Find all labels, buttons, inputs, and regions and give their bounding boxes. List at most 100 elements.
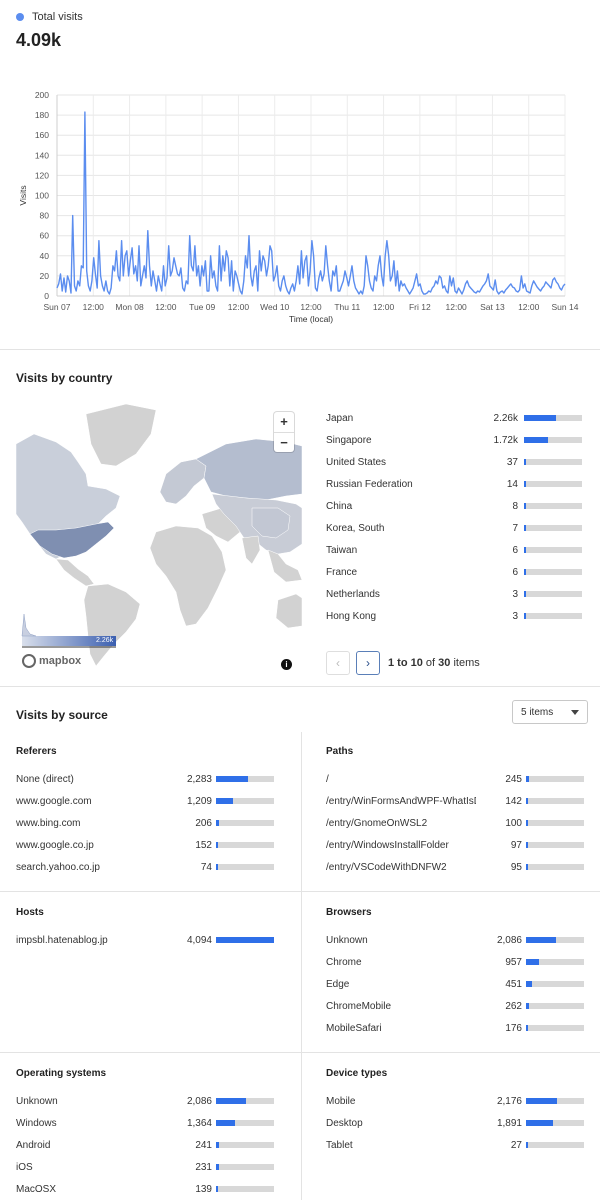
country-list: Japan 2.26k Singapore 1.72k United States 37 R… bbox=[326, 407, 588, 627]
source-row[interactable]: iOS 231 bbox=[16, 1156, 288, 1178]
map-india[interactable] bbox=[241, 535, 261, 565]
source-row[interactable]: impsbl.hatenablog.jp 4,094 bbox=[16, 929, 288, 951]
mapbox-logo[interactable]: mapbox bbox=[22, 654, 81, 668]
x-tick-label: 12:00 bbox=[373, 302, 395, 312]
source-bar-fill bbox=[526, 864, 528, 870]
map-greenland[interactable] bbox=[85, 404, 157, 467]
map-south-america[interactable] bbox=[83, 583, 141, 667]
world-map[interactable]: + − 2.26k mapbox i bbox=[16, 404, 302, 674]
map-australia[interactable] bbox=[275, 593, 302, 629]
source-value: 142 bbox=[505, 795, 522, 807]
source-row[interactable]: www.bing.com 206 bbox=[16, 812, 288, 834]
source-row[interactable]: Android 241 bbox=[16, 1134, 288, 1156]
zoom-out-button[interactable]: − bbox=[274, 432, 294, 452]
country-value: 7 bbox=[512, 522, 518, 534]
source-value: 139 bbox=[195, 1183, 212, 1195]
country-value: 37 bbox=[506, 456, 518, 468]
source-value: 97 bbox=[510, 839, 522, 851]
source-row[interactable]: /entry/WinFormsAndWPF-WhatIsDi... 142 bbox=[326, 790, 598, 812]
country-value: 6 bbox=[512, 544, 518, 556]
country-row[interactable]: Netherlands 3 bbox=[326, 583, 588, 605]
panel-title: Paths bbox=[326, 746, 354, 757]
country-name: Netherlands bbox=[326, 588, 380, 600]
zoom-in-button[interactable]: + bbox=[274, 412, 294, 432]
source-bar-fill bbox=[526, 798, 529, 804]
device-types-panel: Device types Mobile 2,176 Desktop 1,891 Table… bbox=[326, 1068, 598, 1156]
source-value: 451 bbox=[505, 978, 522, 990]
country-row[interactable]: Russian Federation 14 bbox=[326, 473, 588, 495]
source-row[interactable]: Mobile 2,176 bbox=[326, 1090, 598, 1112]
next-page-button[interactable]: › bbox=[356, 651, 380, 675]
map-africa[interactable] bbox=[149, 525, 227, 627]
source-row[interactable]: Desktop 1,891 bbox=[326, 1112, 598, 1134]
country-row[interactable]: Singapore 1.72k bbox=[326, 429, 588, 451]
map-central-america[interactable] bbox=[55, 558, 95, 587]
source-value: 245 bbox=[505, 773, 522, 785]
source-row[interactable]: None (direct) 2,283 bbox=[16, 768, 288, 790]
source-bar bbox=[526, 1025, 584, 1031]
source-row[interactable]: ChromeMobile 262 bbox=[326, 995, 598, 1017]
source-row[interactable]: /entry/VSCodeWithDNFW2 95 bbox=[326, 856, 598, 878]
x-tick-label: 12:00 bbox=[300, 302, 322, 312]
source-row[interactable]: MacOSX 139 bbox=[16, 1178, 288, 1200]
x-tick-label: Sun 14 bbox=[552, 302, 579, 312]
source-name: Desktop bbox=[326, 1117, 363, 1129]
map-southeast-asia[interactable] bbox=[267, 549, 302, 583]
source-row[interactable]: Unknown 2,086 bbox=[326, 929, 598, 951]
operating-systems-panel: Operating systems Unknown 2,086 Windows 1,36… bbox=[16, 1068, 288, 1200]
chart-legend[interactable]: Total visits bbox=[16, 11, 83, 23]
source-bar-fill bbox=[526, 1120, 553, 1126]
x-tick-label: Tue 09 bbox=[189, 302, 215, 312]
panel-title: Hosts bbox=[16, 907, 44, 918]
source-value: 4,094 bbox=[186, 934, 212, 946]
source-row[interactable]: www.google.com 1,209 bbox=[16, 790, 288, 812]
source-row[interactable]: Tablet 27 bbox=[326, 1134, 598, 1156]
source-row[interactable]: search.yahoo.co.jp 74 bbox=[16, 856, 288, 878]
pagination: ‹ › 1 to 10 of 30 items bbox=[326, 651, 480, 675]
source-bar bbox=[526, 776, 584, 782]
source-bar-fill bbox=[526, 1098, 557, 1104]
country-row[interactable]: China 8 bbox=[326, 495, 588, 517]
hosts-panel: Hosts impsbl.hatenablog.jp 4,094 bbox=[16, 907, 288, 951]
source-row[interactable]: Chrome 957 bbox=[326, 951, 598, 973]
source-value: 152 bbox=[195, 839, 212, 851]
source-row[interactable]: www.google.co.jp 152 bbox=[16, 834, 288, 856]
source-bar bbox=[216, 1186, 274, 1192]
row-divider bbox=[0, 891, 600, 892]
source-row[interactable]: Edge 451 bbox=[326, 973, 598, 995]
source-row[interactable]: MobileSafari 176 bbox=[326, 1017, 598, 1039]
source-row[interactable]: Windows 1,364 bbox=[16, 1112, 288, 1134]
items-count-select[interactable]: 5 items bbox=[512, 700, 588, 724]
country-bar bbox=[524, 503, 582, 509]
country-bar-fill bbox=[524, 613, 526, 619]
country-row[interactable]: France 6 bbox=[326, 561, 588, 583]
visits-line-chart[interactable]: 0 20 40 60 80 100 120 140 160 180 200 Sun 07 12:00 Mo… bbox=[0, 80, 600, 330]
x-axis-title: Time (local) bbox=[289, 314, 333, 324]
info-icon[interactable]: i bbox=[281, 659, 292, 670]
source-name: Mobile bbox=[326, 1095, 356, 1107]
panel-title: Browsers bbox=[326, 907, 372, 918]
source-row[interactable]: /entry/WindowsInstallFolder 97 bbox=[326, 834, 598, 856]
country-bar-fill bbox=[524, 569, 526, 575]
country-row[interactable]: Korea, South 7 bbox=[326, 517, 588, 539]
source-bar-fill bbox=[526, 1003, 530, 1009]
source-row[interactable]: Unknown 2,086 bbox=[16, 1090, 288, 1112]
source-bar-fill bbox=[526, 820, 528, 826]
country-value: 14 bbox=[506, 478, 518, 490]
source-row[interactable]: /entry/GnomeOnWSL2 100 bbox=[326, 812, 598, 834]
source-value: 2,086 bbox=[186, 1095, 212, 1107]
source-name: impsbl.hatenablog.jp bbox=[16, 934, 108, 946]
source-value: 95 bbox=[510, 861, 522, 873]
prev-page-button[interactable]: ‹ bbox=[326, 651, 350, 675]
country-row[interactable]: Hong Kong 3 bbox=[326, 605, 588, 627]
country-row[interactable]: United States 37 bbox=[326, 451, 588, 473]
source-bar bbox=[216, 1098, 274, 1104]
mapbox-label: mapbox bbox=[39, 655, 82, 667]
country-row[interactable]: Taiwan 6 bbox=[326, 539, 588, 561]
map-europe[interactable] bbox=[159, 458, 207, 505]
country-bar bbox=[524, 459, 582, 465]
country-bar bbox=[524, 569, 582, 575]
source-bar-fill bbox=[526, 959, 540, 965]
source-row[interactable]: / 245 bbox=[326, 768, 598, 790]
country-row[interactable]: Japan 2.26k bbox=[326, 407, 588, 429]
